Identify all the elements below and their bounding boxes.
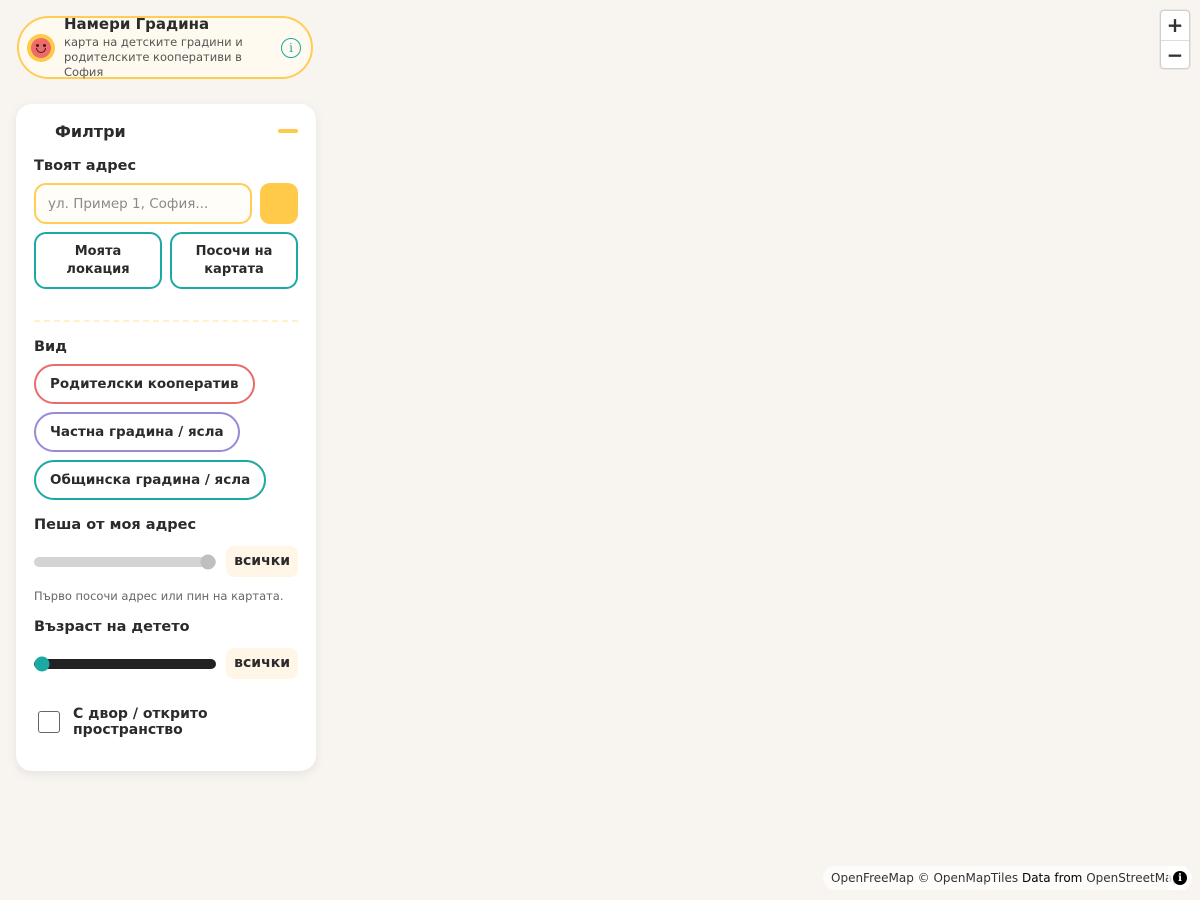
yard-checkbox[interactable]: [38, 711, 60, 733]
app-subtitle: карта на детските градини и родителските…: [64, 35, 243, 79]
filters-panel: Филтри Твоят адрес Моята локация Посочи …: [16, 104, 316, 771]
yard-filter: С двор / открито пространство: [34, 706, 298, 738]
openfreemap-link[interactable]: OpenFreeMap: [831, 871, 914, 885]
brand-header: Намери Градина карта на детските градини…: [17, 15, 313, 80]
app-title: Намери Градина: [64, 15, 210, 34]
walk-range-row: всички: [34, 546, 298, 577]
zoom-out-button[interactable]: −: [1161, 41, 1189, 70]
info-icon[interactable]: i: [1173, 871, 1187, 885]
filters-title: Филтри: [55, 121, 126, 141]
info-circle-icon[interactable]: i: [281, 37, 301, 58]
data-from-text: Data from: [1021, 871, 1083, 885]
address-label: Твоят адрес: [34, 158, 137, 174]
address-row: [34, 183, 298, 224]
walk-hint: Първо посочи адрес или пин на картата.: [34, 589, 284, 603]
age-slider-thumb[interactable]: [34, 656, 50, 671]
address-input[interactable]: [34, 183, 252, 224]
walk-slider-thumb[interactable]: [200, 554, 216, 569]
my-location-button[interactable]: Моята локация: [34, 232, 162, 289]
walk-label: Пеша от моя адрес: [34, 517, 197, 533]
section-divider: [34, 320, 298, 322]
map-attribution: OpenFreeMap © OpenMapTiles Data from Ope…: [823, 866, 1187, 890]
brand-text: Намери Градина карта на детските градини…: [64, 15, 281, 80]
filters-header: Филтри: [34, 121, 298, 141]
zoom-controls: + −: [1160, 10, 1190, 69]
address-search-button[interactable]: [260, 183, 298, 224]
pick-on-map-button[interactable]: Посочи на картата: [170, 232, 298, 289]
zoom-in-button[interactable]: +: [1161, 11, 1189, 40]
kind-label: Вид: [34, 339, 67, 355]
collapse-minus-icon[interactable]: [278, 129, 298, 133]
openmaptiles-link[interactable]: © OpenMapTiles: [918, 871, 1018, 885]
chip-private-kindergarten[interactable]: Частна градина / ясла: [34, 412, 240, 452]
openstreetmap-link[interactable]: OpenStreetMap: [1086, 871, 1180, 885]
yard-label[interactable]: С двор / открито пространство: [73, 706, 298, 738]
attribution-toggle[interactable]: i: [1168, 866, 1192, 890]
age-range-row: всички: [34, 648, 298, 679]
walk-slider[interactable]: [34, 554, 216, 569]
smiley-logo-icon: [27, 33, 55, 62]
age-value: всички: [226, 648, 298, 679]
age-label: Възраст на детето: [34, 619, 190, 635]
age-slider[interactable]: [34, 656, 216, 671]
chip-municipal-kindergarten[interactable]: Общинска градина / ясла: [34, 460, 267, 500]
location-buttons: Моята локация Посочи на картата: [34, 232, 298, 289]
chip-parent-cooperative[interactable]: Родителски кооператив: [34, 364, 255, 404]
walk-value: всички: [226, 546, 298, 577]
kind-chips: Родителски кооператив Частна градина / я…: [34, 364, 298, 508]
